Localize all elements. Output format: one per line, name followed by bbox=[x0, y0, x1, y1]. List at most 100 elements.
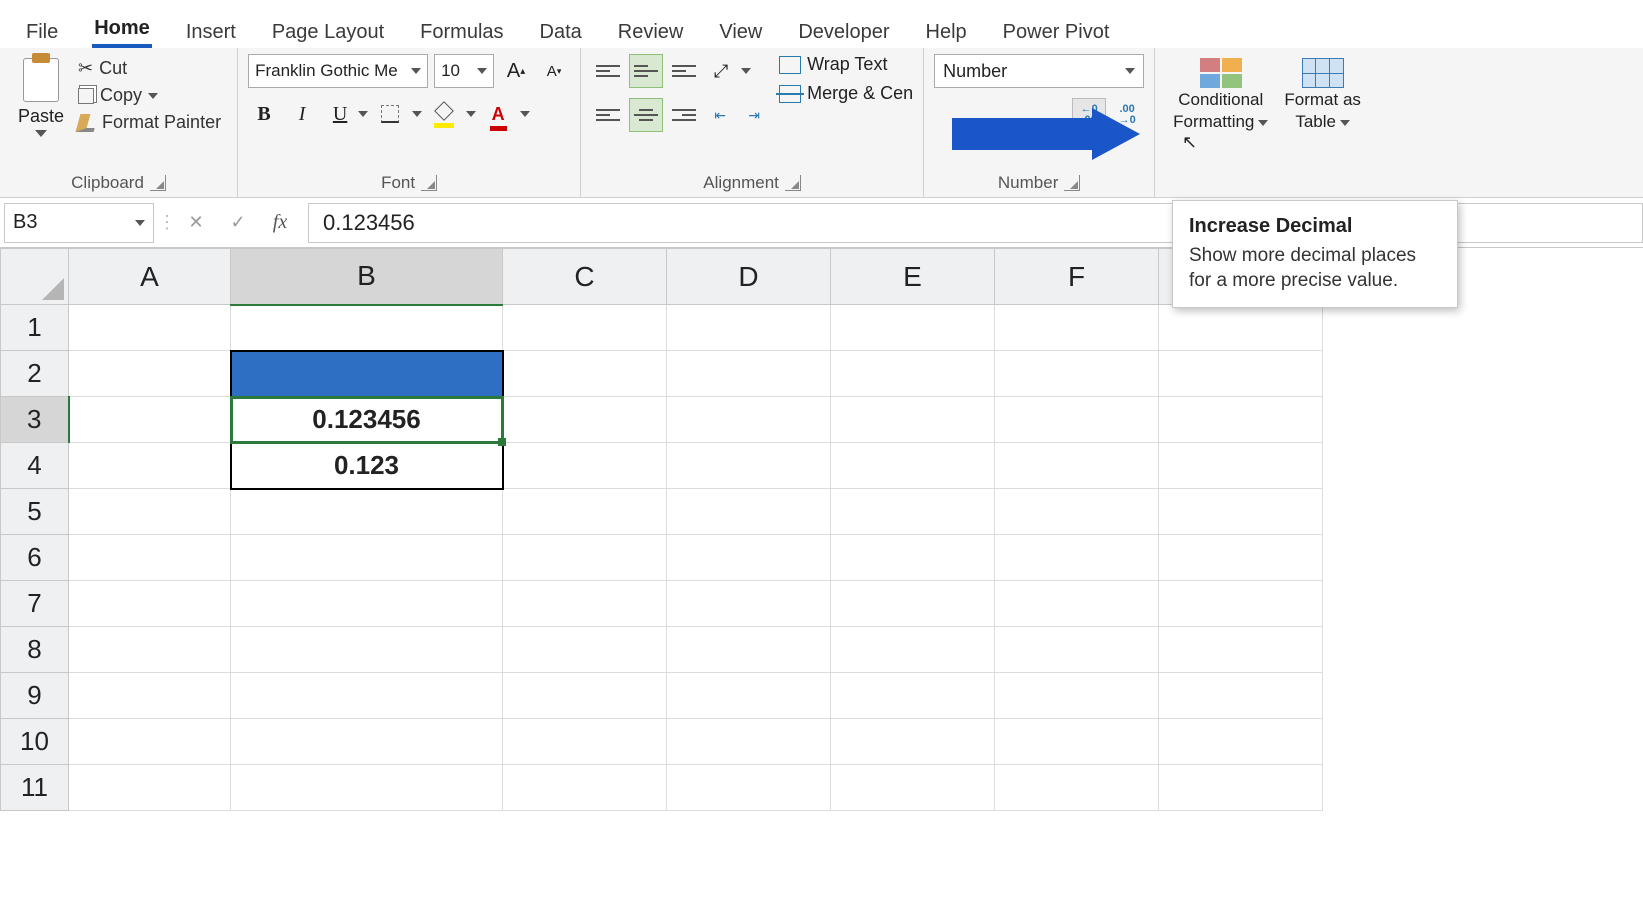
cell-E3[interactable] bbox=[831, 397, 995, 443]
font-size-select[interactable]: 10 bbox=[434, 54, 494, 88]
cell-C1[interactable] bbox=[503, 305, 667, 351]
tab-home[interactable]: Home bbox=[92, 7, 152, 48]
cell-F6[interactable] bbox=[995, 535, 1159, 581]
cell-B6[interactable] bbox=[231, 535, 503, 581]
cell-F4[interactable] bbox=[995, 443, 1159, 489]
select-all-corner[interactable] bbox=[1, 249, 69, 305]
cell-E6[interactable] bbox=[831, 535, 995, 581]
cell-F1[interactable] bbox=[995, 305, 1159, 351]
chevron-down-icon[interactable] bbox=[412, 111, 422, 117]
cell-F8[interactable] bbox=[995, 627, 1159, 673]
cell-F2[interactable] bbox=[995, 351, 1159, 397]
cell-F3[interactable] bbox=[995, 397, 1159, 443]
cell-G11[interactable] bbox=[1159, 765, 1323, 811]
cell-A9[interactable] bbox=[69, 673, 231, 719]
cell-D2[interactable] bbox=[667, 351, 831, 397]
tab-data[interactable]: Data bbox=[538, 11, 584, 48]
cell-C8[interactable] bbox=[503, 627, 667, 673]
cell-B4[interactable]: 0.123 bbox=[231, 443, 503, 489]
cell-A3[interactable] bbox=[69, 397, 231, 443]
cell-G6[interactable] bbox=[1159, 535, 1323, 581]
cell-G2[interactable] bbox=[1159, 351, 1323, 397]
column-header-E[interactable]: E bbox=[831, 249, 995, 305]
column-header-F[interactable]: F bbox=[995, 249, 1159, 305]
cell-A6[interactable] bbox=[69, 535, 231, 581]
cell-C7[interactable] bbox=[503, 581, 667, 627]
cell-G9[interactable] bbox=[1159, 673, 1323, 719]
align-middle-button[interactable] bbox=[629, 54, 663, 88]
cell-C5[interactable] bbox=[503, 489, 667, 535]
decrease-decimal-button[interactable]: .00 →0 bbox=[1110, 98, 1144, 132]
row-header-6[interactable]: 6 bbox=[1, 535, 69, 581]
formula-enter-button[interactable]: ✓ bbox=[222, 207, 254, 239]
cell-D3[interactable] bbox=[667, 397, 831, 443]
cell-B1[interactable] bbox=[231, 305, 503, 351]
row-header-2[interactable]: 2 bbox=[1, 351, 69, 397]
shrink-font-button[interactable]: A▾ bbox=[538, 55, 570, 87]
cell-G5[interactable] bbox=[1159, 489, 1323, 535]
cell-G7[interactable] bbox=[1159, 581, 1323, 627]
cell-G1[interactable] bbox=[1159, 305, 1323, 351]
tab-developer[interactable]: Developer bbox=[796, 11, 891, 48]
tab-review[interactable]: Review bbox=[616, 11, 686, 48]
formula-cancel-button[interactable]: ✕ bbox=[180, 207, 212, 239]
column-header-C[interactable]: C bbox=[503, 249, 667, 305]
column-header-B[interactable]: B bbox=[231, 249, 503, 305]
tab-view[interactable]: View bbox=[717, 11, 764, 48]
cell-E5[interactable] bbox=[831, 489, 995, 535]
cell-C9[interactable] bbox=[503, 673, 667, 719]
row-header-10[interactable]: 10 bbox=[1, 719, 69, 765]
cell-D10[interactable] bbox=[667, 719, 831, 765]
cell-E7[interactable] bbox=[831, 581, 995, 627]
cell-D8[interactable] bbox=[667, 627, 831, 673]
chevron-down-icon[interactable] bbox=[358, 111, 368, 117]
cell-E1[interactable] bbox=[831, 305, 995, 351]
cell-B8[interactable] bbox=[231, 627, 503, 673]
row-header-3[interactable]: 3 bbox=[1, 397, 69, 443]
column-header-A[interactable]: A bbox=[69, 249, 231, 305]
wrap-text-button[interactable]: Wrap Text bbox=[779, 54, 913, 75]
row-header-4[interactable]: 4 bbox=[1, 443, 69, 489]
cell-A11[interactable] bbox=[69, 765, 231, 811]
row-header-8[interactable]: 8 bbox=[1, 627, 69, 673]
row-header-5[interactable]: 5 bbox=[1, 489, 69, 535]
cell-C11[interactable] bbox=[503, 765, 667, 811]
cell-A7[interactable] bbox=[69, 581, 231, 627]
chevron-down-icon[interactable] bbox=[35, 130, 47, 137]
cell-F10[interactable] bbox=[995, 719, 1159, 765]
cell-B10[interactable] bbox=[231, 719, 503, 765]
orientation-button[interactable]: ⤢ bbox=[705, 55, 737, 87]
cell-C6[interactable] bbox=[503, 535, 667, 581]
cell-D7[interactable] bbox=[667, 581, 831, 627]
bold-button[interactable]: B bbox=[248, 98, 280, 130]
cell-B2[interactable] bbox=[231, 351, 503, 397]
decrease-indent-button[interactable]: ⇤ bbox=[705, 100, 735, 130]
cell-G8[interactable] bbox=[1159, 627, 1323, 673]
row-header-1[interactable]: 1 bbox=[1, 305, 69, 351]
font-launcher[interactable] bbox=[421, 175, 437, 191]
conditional-formatting-button[interactable]: Conditional Formatting bbox=[1165, 54, 1276, 195]
cell-E2[interactable] bbox=[831, 351, 995, 397]
alignment-launcher[interactable] bbox=[785, 175, 801, 191]
chevron-down-icon[interactable] bbox=[520, 111, 530, 117]
cell-E4[interactable] bbox=[831, 443, 995, 489]
cell-A4[interactable] bbox=[69, 443, 231, 489]
cell-E10[interactable] bbox=[831, 719, 995, 765]
cell-E9[interactable] bbox=[831, 673, 995, 719]
cell-B5[interactable] bbox=[231, 489, 503, 535]
align-top-button[interactable] bbox=[591, 54, 625, 88]
align-right-button[interactable] bbox=[667, 98, 701, 132]
merge-center-button[interactable]: Merge & Cen bbox=[779, 83, 913, 104]
align-left-button[interactable] bbox=[591, 98, 625, 132]
row-header-7[interactable]: 7 bbox=[1, 581, 69, 627]
align-center-button[interactable] bbox=[629, 98, 663, 132]
row-header-9[interactable]: 9 bbox=[1, 673, 69, 719]
number-launcher[interactable] bbox=[1064, 175, 1080, 191]
tab-insert[interactable]: Insert bbox=[184, 11, 238, 48]
cell-B3[interactable]: 0.123456 bbox=[231, 397, 503, 443]
cell-D6[interactable] bbox=[667, 535, 831, 581]
italic-button[interactable]: I bbox=[286, 98, 318, 130]
clipboard-launcher[interactable] bbox=[150, 175, 166, 191]
cell-G3[interactable] bbox=[1159, 397, 1323, 443]
insert-function-button[interactable]: fx bbox=[264, 207, 296, 239]
